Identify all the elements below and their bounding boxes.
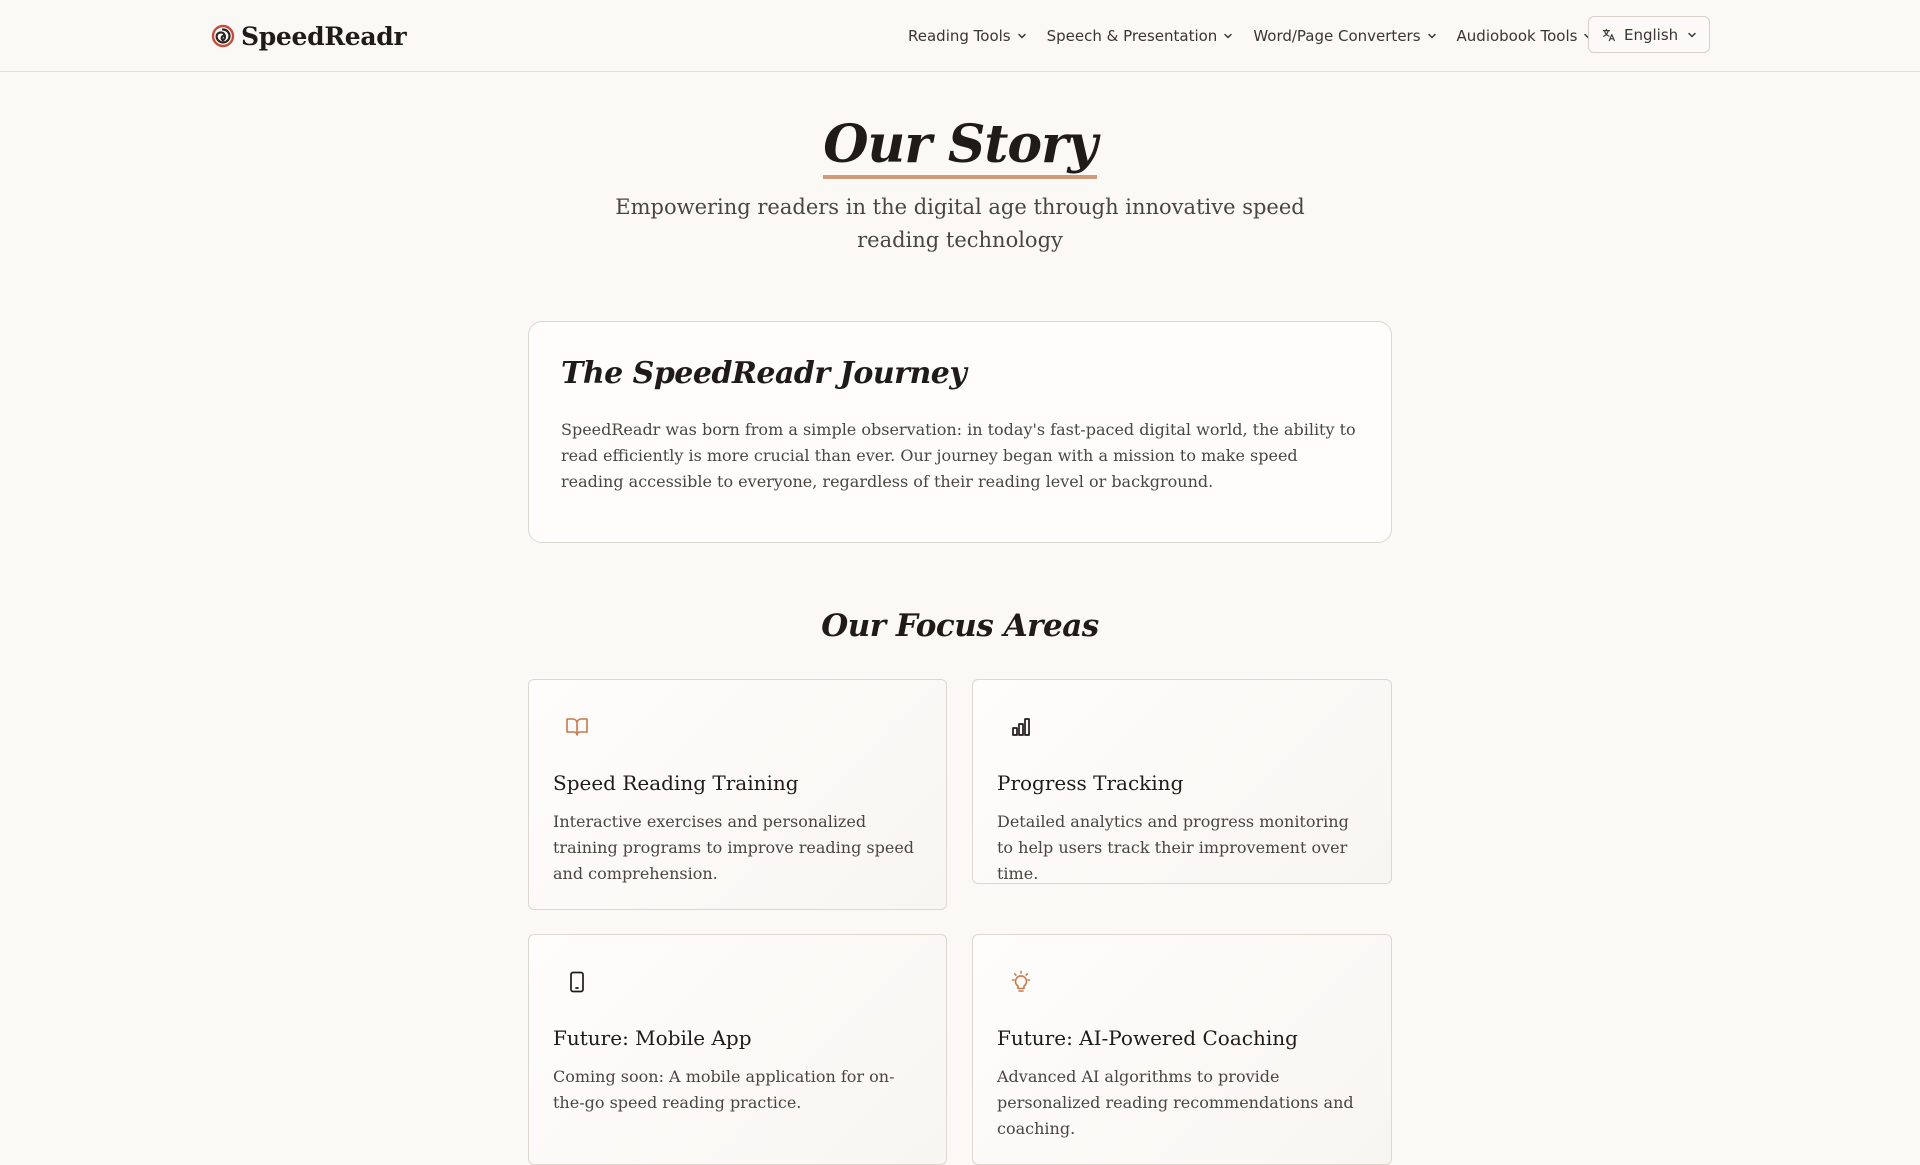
nav-word-page-converters[interactable]: Word/Page Converters — [1253, 27, 1436, 45]
journey-card: The SpeedReadr Journey SpeedReadr was bo… — [528, 321, 1392, 543]
smartphone-icon — [565, 970, 589, 994]
bar-chart-icon — [1009, 715, 1033, 739]
focus-card-progress-tracking: Progress Tracking Detailed analytics and… — [972, 679, 1392, 884]
nav-audiobook-tools[interactable]: Audiobook Tools — [1457, 27, 1594, 45]
lightbulb-icon — [1009, 970, 1033, 994]
brand-name: SpeedReadr — [241, 21, 407, 51]
language-label: English — [1624, 25, 1679, 44]
top-navigation-bar: SpeedReadr Reading Tools Speech & Presen… — [0, 0, 1920, 72]
chevron-down-icon — [1427, 33, 1436, 39]
focus-card-text: Detailed analytics and progress monitori… — [997, 812, 1349, 883]
focus-card-title: Speed Reading Training — [553, 771, 799, 795]
focus-card-text: Interactive exercises and personalized t… — [553, 812, 915, 883]
nav-label: Speech & Presentation — [1046, 27, 1218, 45]
focus-card-mobile-app: Future: Mobile App Coming soon: A mobile… — [528, 934, 947, 1165]
focus-card-title: Progress Tracking — [997, 771, 1184, 795]
chevron-down-icon — [1224, 33, 1233, 39]
focus-card-text: Coming soon: A mobile application for on… — [553, 1067, 895, 1112]
brand-link[interactable]: SpeedReadr — [211, 18, 407, 54]
focus-card-title: Future: AI-Powered Coaching — [997, 1026, 1298, 1050]
focus-card-ai-coaching: Future: AI-Powered Coaching Advanced AI … — [972, 934, 1392, 1165]
book-open-icon — [565, 715, 589, 739]
page-title: Our Story — [0, 112, 1920, 179]
spiral-logo-icon — [211, 24, 235, 48]
focus-card-text: Advanced AI algorithms to provide person… — [997, 1067, 1354, 1138]
nav-reading-tools[interactable]: Reading Tools — [908, 27, 1027, 45]
focus-areas-title: Our Focus Areas — [821, 608, 1099, 644]
chevron-down-icon — [1688, 32, 1696, 37]
page-title-text: Our Story — [823, 115, 1098, 179]
nav-label: Audiobook Tools — [1456, 27, 1578, 45]
focus-card-title: Future: Mobile App — [553, 1026, 752, 1050]
chevron-down-icon — [1017, 33, 1026, 39]
main-nav: Reading Tools Speech & Presentation Word… — [908, 22, 1613, 50]
translate-icon — [1602, 28, 1615, 41]
journey-title: The SpeedReadr Journey — [561, 356, 967, 391]
nav-label: Word/Page Converters — [1253, 27, 1421, 45]
language-selector[interactable]: English — [1588, 16, 1710, 53]
focus-card-speed-reading: Speed Reading Training Interactive exerc… — [528, 679, 947, 910]
nav-label: Reading Tools — [908, 27, 1011, 45]
nav-speech-presentation[interactable]: Speech & Presentation — [1047, 27, 1234, 45]
journey-text: SpeedReadr was born from a simple observ… — [561, 420, 1356, 491]
page-subtitle: Empowering readers in the digital age th… — [615, 195, 1305, 252]
